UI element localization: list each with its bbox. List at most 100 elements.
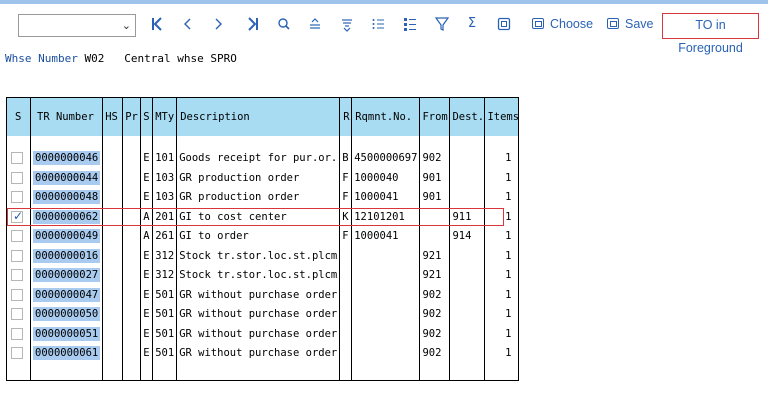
prev-icon[interactable] (182, 12, 194, 36)
tr-number-link[interactable]: 0000000027 (33, 268, 101, 283)
sum-icon[interactable]: Σ (466, 12, 478, 36)
row-checkbox[interactable] (11, 230, 23, 243)
table-row[interactable]: 0000000062 A201GI to cost centerK12101201… (7, 207, 519, 227)
table-row[interactable]: 0000000027 E 312 Stock tr.stor.loc.st.plcm 9… (7, 265, 519, 286)
row-checkbox[interactable] (11, 347, 23, 360)
filter-icon[interactable] (435, 12, 449, 36)
row-select-cell[interactable] (7, 344, 31, 364)
row-checkbox[interactable] (11, 209, 23, 223)
list-alt-icon[interactable] (403, 12, 417, 36)
col-description[interactable]: Description (176, 97, 340, 136)
table-row[interactable]: 0000000046 E 101 Goods receipt for pur.or. B… (7, 148, 519, 169)
tr-number-link[interactable]: 0000000016 (33, 248, 101, 263)
tr-number-link[interactable]: 0000000061 (33, 346, 101, 361)
table-header-row: S TR Number HS Pr S MTy Description R Rq… (6, 97, 519, 136)
col-s[interactable]: S (140, 97, 153, 136)
sort-descending-icon[interactable] (340, 12, 354, 36)
cell-desc: Stock tr.stor.loc.st.plcm (176, 265, 340, 285)
cell-pr (122, 246, 141, 266)
col-from[interactable]: From (419, 97, 450, 136)
col-r[interactable]: R (339, 97, 352, 136)
table-row[interactable]: 0000000044 E 103 GR production order F 100004… (7, 168, 519, 188)
cell-tr[interactable]: 0000000027 (29, 265, 103, 285)
table-row[interactable]: 0000000050 E 501 GR without purchase order 9… (7, 304, 519, 325)
cell-tr[interactable]: 0000000046 (29, 148, 103, 168)
sort-ascending-icon[interactable] (308, 12, 322, 36)
cell-desc: Goods receipt for pur.or. (176, 148, 340, 168)
col-mty[interactable]: MTy (152, 97, 177, 136)
tr-number-link[interactable]: 0000000050 (33, 307, 101, 322)
tr-number-link[interactable]: 0000000044 (33, 170, 101, 185)
save-button[interactable]: Save (607, 13, 654, 37)
row-select-cell[interactable] (7, 266, 31, 286)
cell-from (419, 207, 450, 227)
row-checkbox[interactable] (11, 152, 23, 165)
whse-label: Whse Number (5, 52, 78, 65)
layout-combo[interactable]: ⌄ (18, 14, 136, 37)
find-icon[interactable] (277, 12, 291, 36)
tr-number-link[interactable]: 0000000048 (33, 190, 101, 205)
table-row[interactable]: 0000000049 A 261 GI to order F 1000041 914 1 (7, 226, 519, 247)
col-rqmnt-no[interactable]: Rqmnt.No. (351, 97, 420, 136)
cell-tr[interactable]: 0000000062 (29, 207, 103, 227)
col-pr[interactable]: Pr (122, 97, 141, 136)
table-row[interactable]: 0000000047 E 501 GR without purchase order 9… (7, 285, 519, 305)
cell-s: E (140, 168, 153, 188)
row-select-cell[interactable] (7, 168, 31, 188)
choose-button[interactable]: Choose (532, 13, 593, 37)
cell-desc: GR production order (176, 168, 340, 188)
cell-rq (351, 265, 420, 285)
row-select-cell[interactable] (7, 227, 31, 247)
row-checkbox[interactable] (11, 269, 23, 282)
cell-tr[interactable]: 0000000050 (29, 304, 103, 324)
cell-tr[interactable]: 0000000061 (29, 343, 103, 363)
cell-s: E (140, 265, 153, 285)
cell-desc: GR without purchase order (176, 304, 340, 324)
first-page-icon[interactable] (150, 12, 166, 36)
cell-pr (122, 304, 141, 324)
row-checkbox[interactable] (11, 171, 23, 184)
chevron-down-icon[interactable]: ⌄ (122, 19, 131, 32)
row-select-cell[interactable] (7, 149, 31, 169)
row-checkbox[interactable] (11, 191, 23, 204)
cell-tr[interactable]: 0000000016 (29, 246, 103, 266)
row-select-cell[interactable] (7, 207, 31, 227)
tr-number-link[interactable]: 0000000046 (33, 151, 101, 166)
transfer-requirements-table: S TR Number HS Pr S MTy Description R Rq… (6, 97, 520, 381)
col-dest[interactable]: Dest. (449, 97, 485, 136)
cell-mty: 501 (152, 304, 177, 324)
row-select-cell[interactable] (7, 285, 31, 305)
cell-tr[interactable]: 0000000044 (29, 168, 103, 188)
table-row[interactable]: 0000000051 E 501 GR without purchase order 9… (7, 324, 519, 344)
cell-tr[interactable]: 0000000051 (29, 324, 103, 344)
row-checkbox[interactable] (11, 308, 23, 321)
row-select-cell[interactable] (7, 188, 31, 208)
layout-icon[interactable] (497, 12, 511, 36)
table-row[interactable]: 0000000048 E 103 GR production order F 100004… (7, 187, 519, 208)
tr-number-link[interactable]: 0000000049 (33, 229, 101, 244)
row-select-cell[interactable] (7, 246, 31, 266)
table-row[interactable]: 0000000061 E 501 GR without purchase order 9… (7, 343, 519, 364)
tr-number-link[interactable]: 0000000062 (33, 209, 101, 224)
cell-tr[interactable]: 0000000048 (29, 187, 103, 207)
cell-tr[interactable]: 0000000047 (29, 285, 103, 305)
cell-s: E (140, 285, 153, 305)
last-page-icon[interactable] (246, 12, 260, 36)
list-icon[interactable] (371, 12, 385, 36)
table-row[interactable]: 0000000016 E 312 Stock tr.stor.loc.st.plcm 9… (7, 246, 519, 266)
row-select-cell[interactable] (7, 305, 31, 325)
row-checkbox[interactable] (11, 288, 23, 301)
to-in-foreground-button[interactable]: TO in Foreground (662, 13, 759, 55)
col-select[interactable]: S (6, 97, 31, 136)
col-tr-number[interactable]: TR Number (29, 97, 103, 136)
row-checkbox[interactable] (11, 327, 23, 340)
next-icon[interactable] (214, 12, 226, 36)
cell-tr[interactable]: 0000000049 (29, 226, 103, 246)
row-checkbox[interactable] (11, 249, 23, 262)
choose-icon (532, 18, 544, 29)
col-items[interactable]: Items (484, 97, 519, 136)
tr-number-link[interactable]: 0000000047 (33, 287, 101, 302)
tr-number-link[interactable]: 0000000051 (33, 326, 101, 341)
row-select-cell[interactable] (7, 324, 31, 344)
col-hs[interactable]: HS (102, 97, 123, 136)
